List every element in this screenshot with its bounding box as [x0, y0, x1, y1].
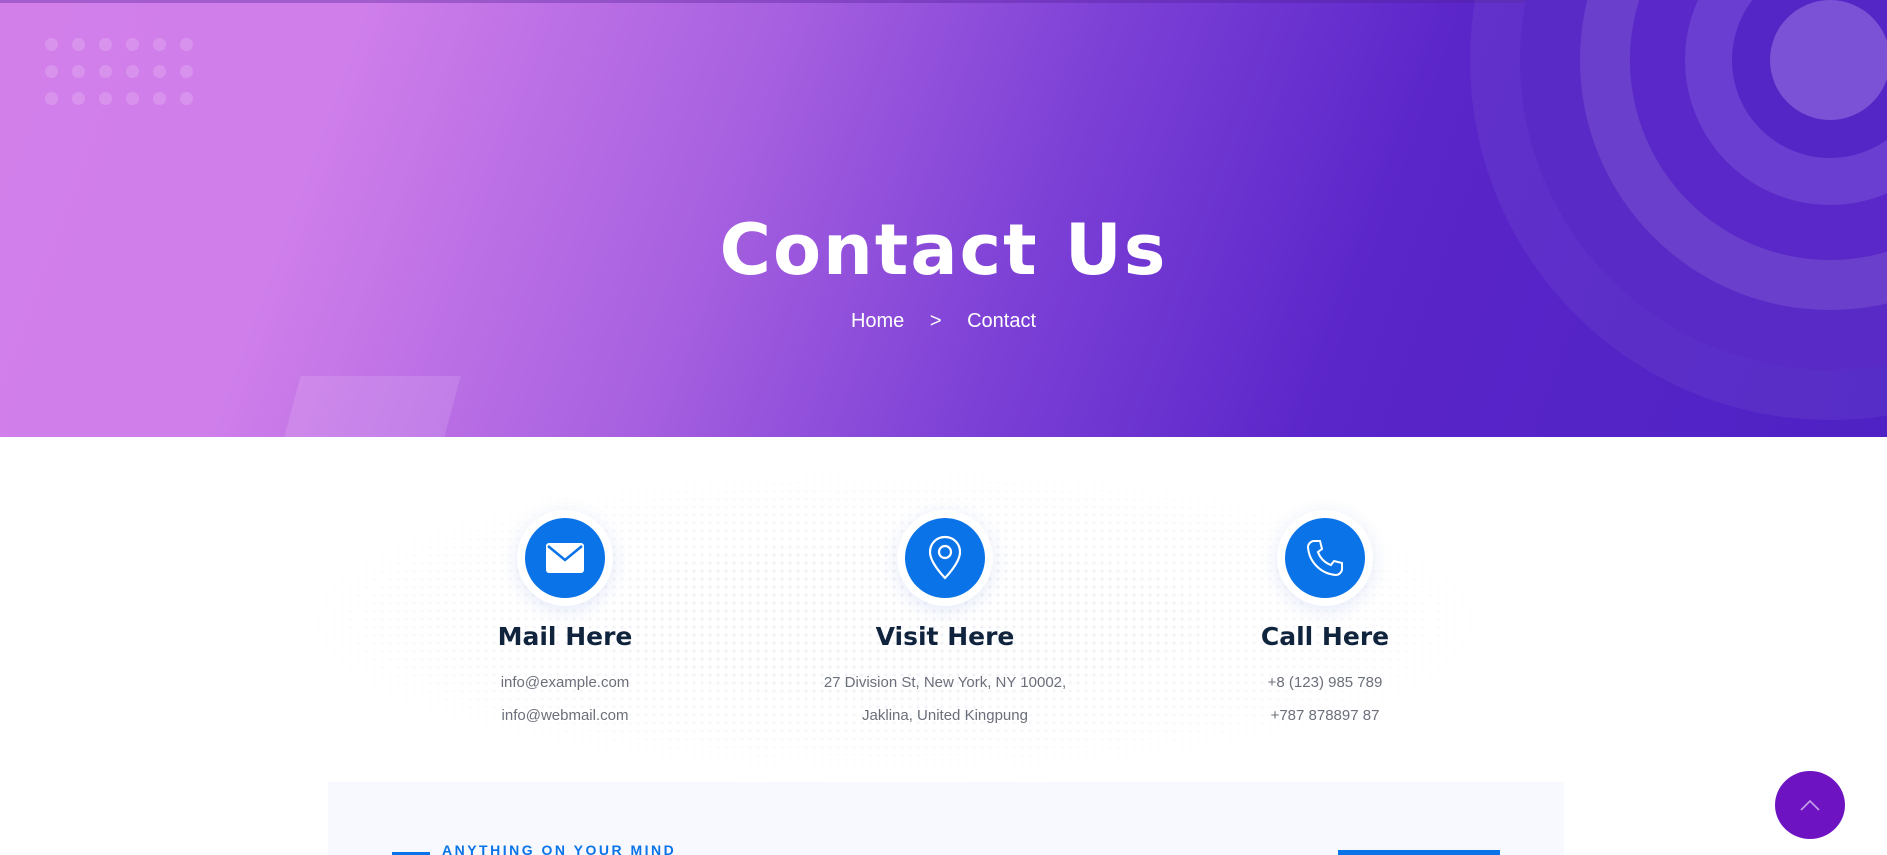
parallelogram-decoration: [279, 376, 461, 437]
contact-card-visit: Visit Here 27 Division St, New York, NY …: [765, 510, 1125, 740]
mail-icon-ring: [517, 510, 613, 606]
card-title: Call Here: [1260, 622, 1390, 651]
envelope-icon: [525, 518, 605, 598]
map-pin-icon: [905, 518, 985, 598]
breadcrumb-separator: >: [929, 310, 942, 332]
form-action-button[interactable]: [1338, 850, 1500, 855]
card-line-email-1[interactable]: info@example.com: [385, 674, 745, 691]
page-title: Contact Us: [719, 209, 1168, 291]
card-title: Visit Here: [875, 622, 1015, 651]
card-title: Mail Here: [497, 622, 633, 651]
contact-card-mail: Mail Here info@example.com info@webmail.…: [385, 510, 745, 740]
call-icon-ring: [1277, 510, 1373, 606]
page-hero: Contact Us Home > Contact: [0, 0, 1887, 437]
chevron-up-icon: [1800, 799, 1820, 811]
card-line-address-2: Jaklina, United Kingpung: [862, 707, 1028, 724]
visit-icon-ring: [897, 510, 993, 606]
breadcrumb: Home > Contact: [0, 310, 1887, 333]
card-line-email-2[interactable]: info@webmail.com: [385, 707, 745, 724]
form-tagline: ANYTHING ON YOUR MIND: [442, 842, 677, 855]
phone-icon: [1285, 518, 1365, 598]
breadcrumb-current: Contact: [967, 310, 1037, 332]
contact-card-call: Call Here +8 (123) 985 789 +787 878897 8…: [1145, 510, 1505, 740]
dot-pattern-decoration: [45, 38, 205, 110]
breadcrumb-home-link[interactable]: Home: [851, 310, 904, 333]
card-line-phone-1[interactable]: +8 (123) 985 789: [1145, 674, 1505, 691]
card-line-phone-2[interactable]: +787 878897 87: [1145, 707, 1505, 724]
scroll-to-top-button[interactable]: [1775, 771, 1845, 839]
contact-form-section: ANYTHING ON YOUR MIND: [328, 782, 1564, 855]
card-line-address-1: 27 Division St, New York, NY 10002,: [823, 674, 1067, 691]
